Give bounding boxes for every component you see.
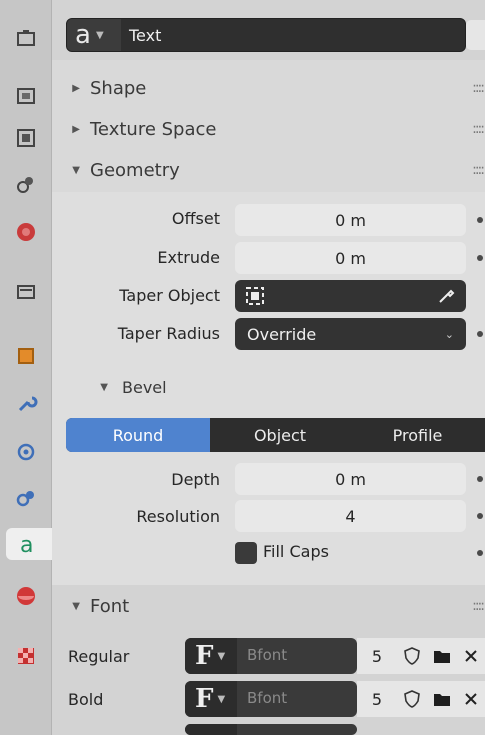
expanded-triangle-icon: ▼	[72, 600, 80, 612]
drag-handle-icon[interactable]: ::::	[472, 598, 485, 614]
expanded-triangle-icon: ▼	[100, 381, 108, 393]
font-regular-users[interactable]: 5	[357, 638, 397, 674]
datablock-name[interactable]: Text	[129, 26, 161, 45]
modifiers-tab-icon[interactable]	[10, 388, 42, 420]
font-bold-label: Bold	[68, 690, 104, 709]
font-regular-label: Regular	[68, 647, 130, 666]
fake-user-shield-icon[interactable]	[397, 638, 427, 674]
collapsed-triangle-icon: ▶	[72, 123, 80, 135]
svg-text:a: a	[20, 533, 33, 556]
taper-object-label: Taper Object	[119, 286, 220, 305]
offset-label: Offset	[171, 209, 220, 228]
keyframe-dot-icon[interactable]	[477, 476, 483, 482]
fake-user-shield-icon[interactable]	[466, 20, 485, 50]
drag-handle-icon[interactable]: ::::	[472, 80, 485, 96]
chevron-down-icon: ▼	[95, 29, 104, 41]
fake-user-shield-icon[interactable]	[397, 681, 427, 717]
taper-radius-dropdown[interactable]: Override ⌄	[235, 318, 466, 350]
open-file-folder-icon[interactable]	[427, 638, 457, 674]
panel-font-header[interactable]: ▼ Font ::::	[52, 586, 485, 626]
panel-texture-space-header[interactable]: ▶ Texture Space ::::	[52, 109, 485, 149]
world-tab-icon[interactable]	[10, 276, 42, 308]
font-italic-selector[interactable]	[185, 724, 357, 735]
eyedropper-icon[interactable]	[436, 286, 456, 306]
resolution-field[interactable]: 4	[235, 500, 466, 532]
render-tab-icon[interactable]	[10, 80, 42, 112]
depth-field[interactable]: 0 m	[235, 463, 466, 495]
collapsed-triangle-icon: ▶	[72, 82, 80, 94]
bevel-mode-profile[interactable]: Profile	[350, 418, 485, 452]
panel-shape-title: Shape	[90, 77, 147, 99]
unlink-close-icon[interactable]	[457, 638, 485, 674]
font-browse-icon[interactable]	[185, 724, 237, 735]
output-tab-icon[interactable]	[10, 122, 42, 154]
chevron-down-icon: ⌄	[444, 327, 454, 341]
bevel-mode-round[interactable]: Round	[66, 418, 210, 452]
resolution-label: Resolution	[136, 507, 220, 526]
drag-handle-icon[interactable]: ::::	[472, 121, 485, 137]
keyframe-dot-icon[interactable]	[477, 217, 483, 223]
text-data-icon[interactable]: a ▼	[67, 19, 121, 51]
object-icon	[246, 287, 264, 305]
expanded-triangle-icon: ▼	[72, 164, 80, 176]
particles-tab-icon[interactable]	[10, 436, 42, 468]
font-regular-selector[interactable]: F ▼ Bfont	[185, 638, 357, 674]
panel-font-title: Font	[90, 595, 130, 617]
fill-caps-checkbox[interactable]	[235, 542, 257, 564]
panel-shape-header[interactable]: ▶ Shape ::::	[52, 68, 485, 108]
taper-radius-label: Taper Radius	[117, 324, 220, 343]
object-tab-icon[interactable]	[10, 340, 42, 372]
bevel-mode-object[interactable]: Object	[210, 418, 350, 452]
panel-geometry-header[interactable]: ▼ Geometry ::::	[52, 150, 485, 190]
font-regular-name[interactable]: Bfont	[247, 646, 287, 664]
taper-radius-value: Override	[247, 324, 317, 344]
text-data-tab-icon[interactable]: a	[6, 528, 52, 560]
font-bold-selector[interactable]: F ▼ Bfont	[185, 681, 357, 717]
properties-tab-strip: a	[0, 0, 52, 735]
keyframe-dot-icon[interactable]	[477, 255, 483, 261]
fill-caps-label[interactable]: Fill Caps	[263, 542, 329, 561]
drag-handle-icon[interactable]: ::::	[472, 162, 485, 178]
physics-tab-icon[interactable]	[10, 482, 42, 514]
font-bold-users[interactable]: 5	[357, 681, 397, 717]
unlink-close-icon[interactable]	[457, 681, 485, 717]
bevel-subpanel-header[interactable]: ▼ Bevel	[52, 370, 485, 404]
extrude-field[interactable]: 0 m	[235, 242, 466, 274]
bevel-title: Bevel	[122, 377, 167, 397]
taper-object-field[interactable]	[235, 280, 466, 312]
datablock-selector[interactable]: a ▼ Text	[66, 18, 466, 52]
panel-texture-space-title: Texture Space	[90, 118, 217, 140]
font-browse-icon[interactable]: F ▼	[185, 638, 237, 674]
font-bold-name[interactable]: Bfont	[247, 689, 287, 707]
extrude-label: Extrude	[157, 248, 220, 267]
keyframe-dot-icon[interactable]	[477, 331, 483, 337]
view-layer-tab-icon[interactable]	[10, 168, 42, 200]
keyframe-dot-icon[interactable]	[477, 550, 483, 556]
panel-geometry-title: Geometry	[90, 159, 180, 181]
font-browse-icon[interactable]: F ▼	[185, 681, 237, 717]
open-file-folder-icon[interactable]	[427, 681, 457, 717]
keyframe-dot-icon[interactable]	[477, 513, 483, 519]
depth-label: Depth	[171, 470, 220, 489]
scene-tab-icon[interactable]	[10, 216, 42, 248]
material-tab-icon[interactable]	[10, 580, 42, 612]
offset-field[interactable]: 0 m	[235, 204, 466, 236]
texture-tab-icon[interactable]	[10, 640, 42, 672]
tool-tab-icon[interactable]	[10, 22, 42, 54]
bevel-mode-selector: Round Object Profile	[66, 418, 485, 452]
